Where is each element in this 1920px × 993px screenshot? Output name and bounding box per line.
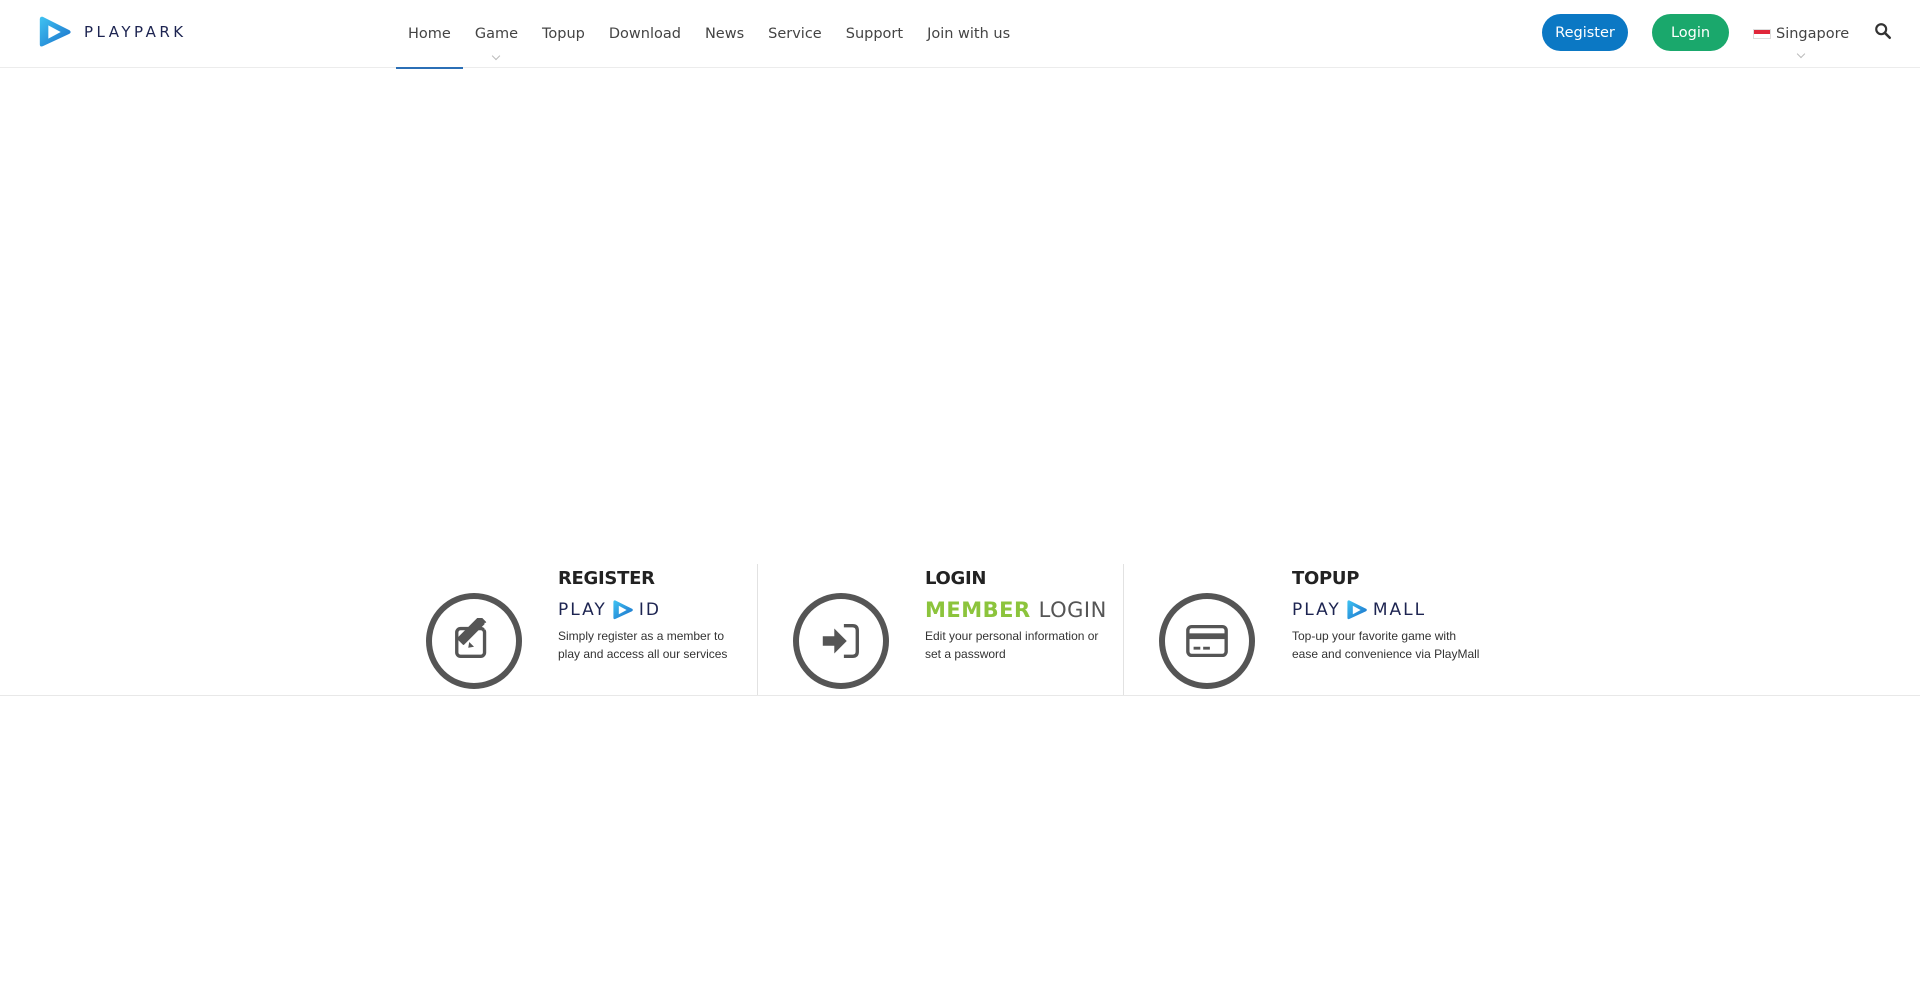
chevron-down-icon [1796, 49, 1806, 59]
nav-item-home[interactable]: Home [396, 0, 463, 69]
feature-title: LOGIN [925, 568, 987, 589]
search-icon[interactable] [1874, 22, 1892, 40]
singapore-flag-icon [1753, 29, 1771, 39]
nav-item-download[interactable]: Download [597, 0, 693, 68]
sign-in-icon [822, 623, 859, 659]
section-divider [0, 695, 1920, 696]
feature-text: TOPUP PLAY MALL Top-up your favorite gam… [1292, 568, 1482, 663]
nav-label: Topup [542, 26, 585, 42]
feature-text: REGISTER PLAY ID Simply register as a me… [558, 568, 748, 663]
feature-topup[interactable]: TOPUP PLAY MALL Top-up your favorite gam… [1123, 564, 1490, 696]
register-circle [426, 593, 522, 689]
brand-member: MEMBER [925, 598, 1031, 622]
topup-circle [1159, 593, 1255, 689]
nav-label: Home [408, 26, 451, 42]
playpark-logo[interactable]: PLAYPARK [36, 12, 187, 52]
member-login-logo: MEMBER LOGIN [925, 597, 1115, 623]
feature-register[interactable]: REGISTER PLAY ID Simply register as a me… [390, 564, 757, 696]
play-logo-icon [613, 600, 633, 620]
login-circle [793, 593, 889, 689]
language-selector[interactable]: Singapore [1753, 0, 1849, 68]
brand-play: PLAY [558, 600, 607, 620]
nav-item-topup[interactable]: Topup [530, 0, 597, 68]
play-logo-icon [1347, 600, 1367, 620]
login-button[interactable]: Login [1652, 14, 1729, 51]
edit-icon [455, 618, 492, 659]
feature-description: Edit your personal information or set a … [925, 629, 1099, 661]
feature-title: TOPUP [1292, 568, 1360, 589]
logo-text: PLAYPARK [84, 23, 187, 41]
feature-text: LOGIN MEMBER LOGIN Edit your personal in… [925, 568, 1115, 663]
nav-item-game[interactable]: Game [463, 0, 530, 68]
register-button[interactable]: Register [1542, 14, 1628, 51]
play-logo-icon [39, 16, 71, 47]
feature-title: REGISTER [558, 568, 655, 589]
feature-login[interactable]: LOGIN MEMBER LOGIN Edit your personal in… [757, 564, 1124, 696]
nav-item-news[interactable]: News [693, 0, 756, 68]
language-label: Singapore [1776, 26, 1850, 42]
play-id-logo: PLAY ID [558, 597, 748, 623]
feature-description: Simply register as a member to play and … [558, 629, 728, 661]
nav-label: Join with us [927, 26, 1011, 42]
feature-description: Top-up your favorite game with ease and … [1292, 629, 1480, 661]
brand-id: ID [638, 600, 661, 620]
nav-item-service[interactable]: Service [756, 0, 834, 68]
main-nav: Home Game Topup Download News Service Su… [396, 0, 1022, 69]
site-header: PLAYPARK Home Game Topup Download News S… [0, 0, 1920, 69]
nav-label: Support [845, 26, 904, 42]
brand-mall: MALL [1372, 600, 1427, 620]
credit-card-icon [1186, 624, 1228, 658]
play-mall-logo: PLAY MALL [1292, 597, 1482, 623]
nav-item-support[interactable]: Support [834, 0, 915, 68]
nav-label: News [704, 26, 745, 42]
chevron-down-icon [492, 51, 501, 61]
nav-label: Service [768, 26, 822, 42]
brand-play: PLAY [1292, 600, 1341, 620]
nav-item-join[interactable]: Join with us [915, 0, 1022, 68]
brand-login: LOGIN [1038, 598, 1107, 622]
nav-label: Game [474, 26, 518, 42]
nav-label: Download [608, 26, 681, 42]
